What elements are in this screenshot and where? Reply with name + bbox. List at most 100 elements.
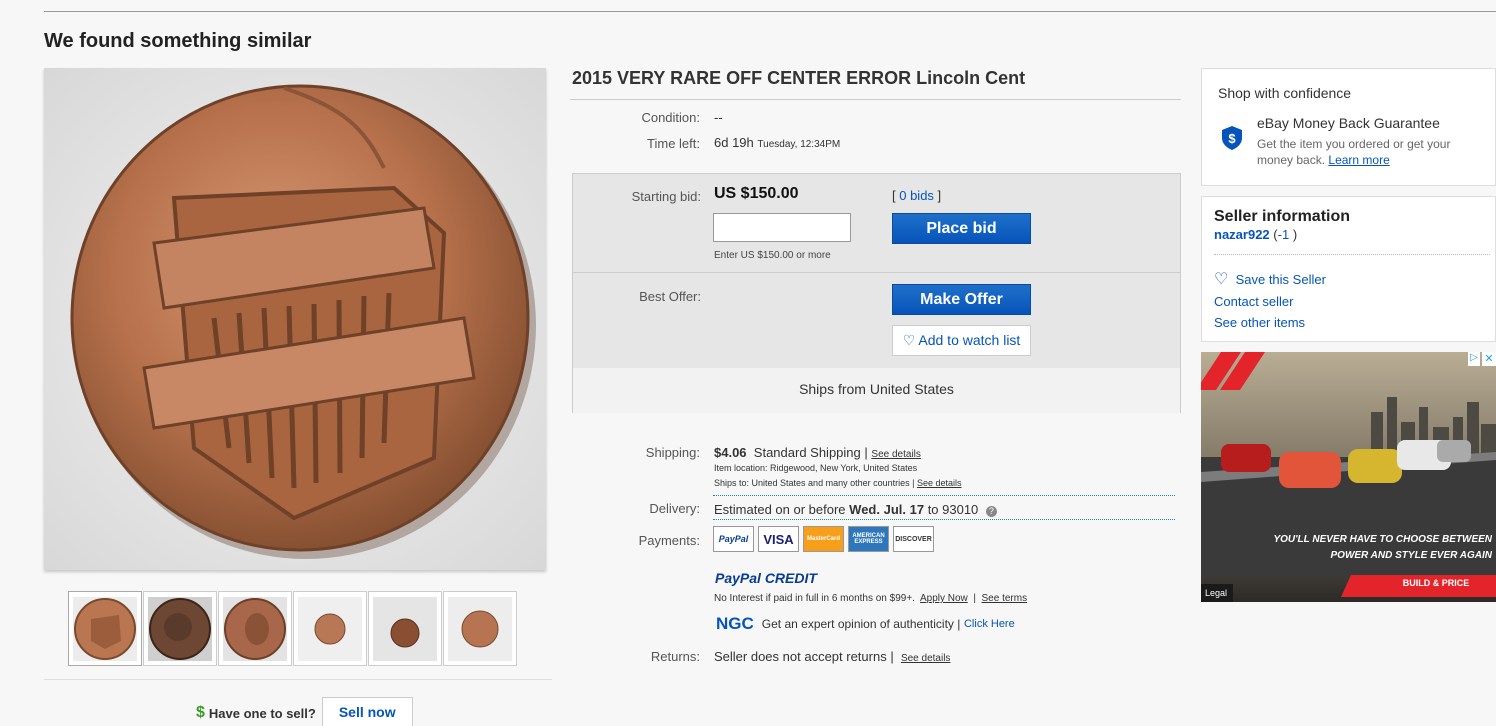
seller-info-title: Seller information [1214, 208, 1351, 225]
ad-headline: YOU'LL NEVER HAVE TO CHOOSE BETWEEN POWE… [1273, 534, 1492, 561]
shop-with-confidence-box: Shop with confidence $ eBay Money Back G… [1201, 68, 1496, 186]
shipping-method: Standard Shipping [753, 445, 861, 460]
thumbnail-divider [44, 679, 552, 680]
adchoices-icon[interactable]: ▷ [1468, 352, 1480, 366]
starting-bid-price: US $150.00 [714, 185, 799, 202]
title-divider [570, 99, 1181, 100]
time-left-value: 6d 19h Tuesday, 12:34PM [714, 135, 840, 150]
see-other-items-link[interactable]: See other items [1214, 315, 1305, 330]
starting-bid-label: Starting bid: [631, 189, 701, 204]
bid-amount-input[interactable] [713, 213, 851, 242]
see-terms-link[interactable]: See terms [982, 593, 1028, 604]
place-bid-button[interactable]: Place bid [892, 213, 1031, 244]
visa-card-icon: VISA [758, 526, 799, 552]
returns-value: Seller does not accept returns | See det… [714, 649, 950, 664]
coin-thumb-2 [148, 596, 212, 661]
thumbnail-4[interactable] [293, 591, 367, 666]
credit-offer: No Interest if paid in full in 6 months … [714, 593, 915, 604]
shipping-dotted-divider [713, 495, 1175, 496]
ad-legal-link[interactable]: Legal [1201, 584, 1233, 602]
help-icon[interactable]: ? [985, 506, 997, 517]
advertisement-banner[interactable]: ▷ ✕ YOU'LL NEVER HAVE TO CHOOSE BETWEEN … [1201, 352, 1496, 602]
mastercard-icon: MasterCard [803, 526, 844, 552]
thumbnail-strip [68, 591, 517, 666]
ngc-click-here-link[interactable]: Click Here [964, 618, 1015, 630]
ngc-logo: NGC [716, 614, 754, 633]
shipping-value: $4.06 Standard Shipping | See details [714, 445, 921, 460]
bid-count: [ 0 bids ] [892, 188, 941, 203]
seller-information-box: Seller information nazar922 (-1 ) ♡ Save… [1201, 196, 1496, 342]
guarantee-text: Get the item you ordered or get your mon… [1257, 136, 1477, 168]
paypal-credit-text: No Interest if paid in full in 6 months … [714, 593, 1027, 604]
sell-question: Have one to sell? [208, 705, 316, 721]
payments-label: Payments: [638, 533, 700, 548]
ships-from: Ships from United States [573, 368, 1180, 413]
ad-close-icon[interactable]: ✕ [1482, 352, 1496, 366]
top-divider [44, 11, 1496, 12]
shield-icon: $ [1222, 126, 1242, 150]
sell-now-button[interactable]: Sell now [321, 697, 413, 726]
contact-seller-link[interactable]: Contact seller [1214, 294, 1293, 309]
watch-label: Add to watch list [918, 332, 1021, 348]
thumbnail-5[interactable] [368, 591, 442, 666]
amex-card-icon: AMERICAN EXPRESS [848, 526, 889, 552]
heart-icon: ♡ [902, 332, 916, 348]
heart-outline-icon: ♡ [1214, 271, 1229, 288]
seller-name-link[interactable]: nazar922 [1214, 227, 1270, 242]
thumbnail-1[interactable] [68, 591, 142, 666]
time-left-label: Time left: [647, 136, 700, 151]
feedback-paren-close: ) [1292, 227, 1298, 242]
bid-panel: Starting bid: US $150.00 [ 0 bids ] Ente… [572, 173, 1181, 413]
item-location: Item location: Ridgewood, New York, Unit… [714, 463, 918, 473]
discover-card-icon: DISCOVER [893, 526, 934, 552]
thumbnail-3[interactable] [218, 591, 292, 666]
ships-to: Ships to: United States and many other c… [714, 478, 962, 488]
shipping-label: Shipping: [645, 445, 700, 460]
coin-thumb-3 [223, 596, 287, 661]
seller-divider [1214, 254, 1490, 255]
bid-divider [573, 272, 1180, 273]
returns-see-details[interactable]: See details [901, 653, 950, 664]
coin-thumb-5 [373, 596, 437, 661]
paypal-credit-logo: PayPal CREDIT [715, 570, 817, 586]
ships-to-text: Ships to: United States and many other c… [714, 478, 910, 488]
add-to-watch-list-button[interactable]: ♡ Add to watch list [892, 325, 1031, 356]
dollar-icon: $ [196, 704, 205, 721]
ngc-text: Get an expert opinion of authenticity | [761, 617, 961, 631]
page-heading: We found something similar [44, 30, 312, 52]
coin-illustration [44, 68, 546, 570]
ad-build-price-button[interactable]: BUILD & PRICE [1391, 578, 1481, 588]
delivery-estimated: Estimated on or before [714, 502, 846, 517]
delivery-date: Wed. Jul. 17 [849, 502, 925, 517]
returns-text: Seller does not accept returns | [714, 649, 894, 664]
ad-car-scene [1201, 352, 1496, 602]
learn-more-link[interactable]: Learn more [1328, 153, 1389, 167]
payment-cards: PayPal VISA MasterCard AMERICAN EXPRESS … [713, 526, 934, 552]
ships-to-see-details[interactable]: See details [917, 478, 962, 488]
thumbnail-2[interactable] [143, 591, 217, 666]
shipping-sep: | [864, 445, 868, 460]
thumbnail-6[interactable] [443, 591, 517, 666]
make-offer-button[interactable]: Make Offer [892, 284, 1031, 315]
ngc-row: NGC Get an expert opinion of authenticit… [716, 614, 1015, 634]
save-seller-link[interactable]: ♡ Save this Seller [1214, 269, 1326, 289]
bid-hint: Enter US $150.00 or more [714, 250, 831, 261]
have-one-to-sell: $ Have one to sell? Sell now [196, 697, 413, 726]
delivery-label: Delivery: [649, 501, 700, 516]
time-left-duration: 6d 19h [714, 135, 754, 150]
apply-now-link[interactable]: Apply Now [920, 593, 968, 604]
delivery-dotted-divider [713, 519, 1175, 520]
guarantee-title: eBay Money Back Guarantee [1257, 115, 1440, 131]
bid-count-link[interactable]: 0 bids [899, 188, 934, 203]
seller-feedback-link[interactable]: -1 [1278, 227, 1290, 242]
coin-thumb-6 [448, 596, 512, 661]
delivery-zip: to 93010 [927, 502, 979, 517]
ships-to-sep: | [912, 478, 915, 488]
paypal-card-icon: PayPal [713, 526, 754, 552]
shipping-see-details[interactable]: See details [871, 449, 920, 460]
coin-thumb-1 [73, 596, 137, 661]
confidence-title: Shop with confidence [1218, 85, 1352, 101]
condition-label: Condition: [641, 110, 700, 125]
svg-text:$: $ [1228, 131, 1236, 146]
main-product-image[interactable] [44, 68, 546, 570]
